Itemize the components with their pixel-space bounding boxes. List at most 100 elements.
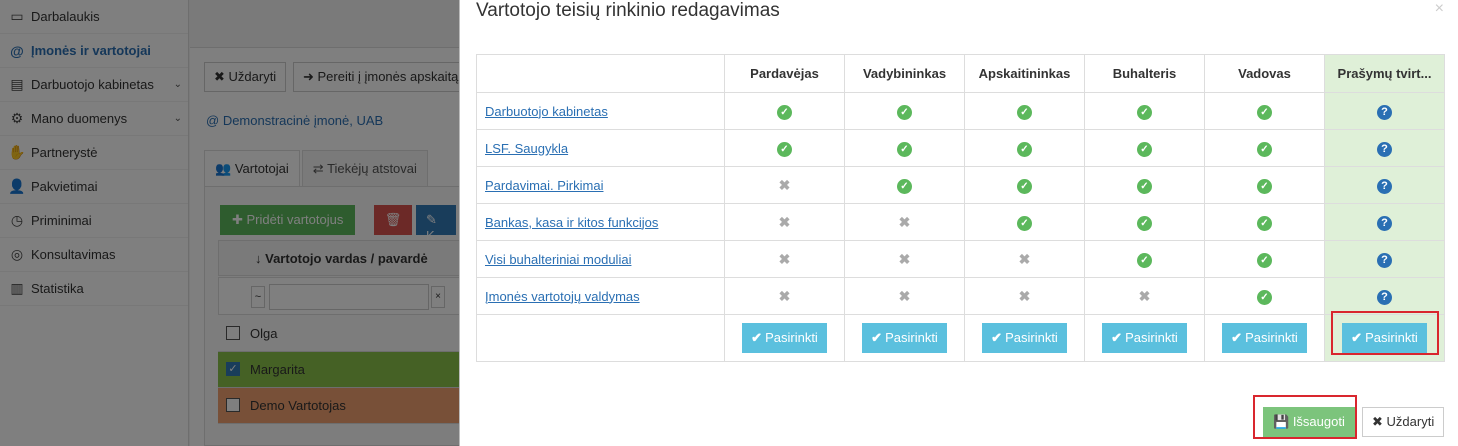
permission-cell[interactable]: ✓ [1084,129,1205,167]
permission-cell[interactable]: ✓ [1204,129,1325,167]
column-header: Vadovas [1204,54,1325,93]
check-circle-icon: ✓ [1137,178,1152,194]
module-link[interactable]: Darbuotojo kabinetas [485,104,608,119]
select-label: Pasirinkti [1005,330,1058,345]
permission-cell[interactable]: ✓ [1204,203,1325,241]
select-role-button[interactable]: ✔ Pasirinkti [742,323,827,353]
floppy-icon: 💾 [1273,414,1290,429]
permission-cell[interactable]: ✓ [1204,92,1325,130]
close-label: Uždaryti [1386,414,1435,429]
times-icon: ✖ [898,250,911,267]
permission-cell[interactable]: ✓ [964,92,1085,130]
modal-title: Vartotojo teisių rinkinio redagavimas [476,0,780,21]
module-link[interactable]: Visi buhalteriniai moduliai [485,252,631,267]
permission-cell[interactable]: ✓ [1204,240,1325,278]
permission-cell[interactable]: ✖ [844,203,965,241]
permission-cell[interactable]: ✓ [844,129,965,167]
select-role-button[interactable]: ✔ Pasirinkti [982,323,1067,353]
permission-cell[interactable]: ✓ [844,92,965,130]
times-icon: ✖ [778,176,791,193]
times-icon: ✖ [778,287,791,304]
save-button[interactable]: 💾 Išsaugoti [1263,407,1355,437]
table-row: Pardavimai. Pirkimai ✖ ✓ ✓ ✓ ✓? [476,166,1445,204]
permission-cell[interactable]: ✖ [724,277,845,315]
check-circle-icon: ✓ [1257,252,1272,268]
permission-cell[interactable]: ✓ [1084,92,1205,130]
check-circle-icon: ✓ [1017,215,1032,231]
permission-cell[interactable]: ? [1324,129,1445,167]
select-label: Pasirinkti [1245,330,1298,345]
permission-cell[interactable]: ✖ [724,203,845,241]
table-row: Bankas, kasa ir kitos funkcijos ✖ ✖ ✓ ✓ ✓? [476,203,1445,241]
select-role-button[interactable]: ✔ Pasirinkti [862,323,947,353]
check-circle-icon: ✓ [1257,215,1272,231]
times-icon: ✖ [1138,287,1151,304]
check-circle-icon: ✓ [1017,141,1032,157]
check-circle-icon: ✓ [1257,178,1272,194]
select-cell: ✔ Pasirinkti [1204,314,1325,362]
close-icon: ✖ [1372,414,1383,429]
save-label: Išsaugoti [1292,414,1345,429]
permission-cell[interactable]: ✓ [1204,277,1325,315]
select-role-button[interactable]: ✔ Pasirinkti [1222,323,1307,353]
times-icon: ✖ [778,213,791,230]
permission-cell[interactable]: ? [1324,166,1445,204]
permission-cell[interactable]: ✓ [964,166,1085,204]
select-role-button[interactable]: ✔ Pasirinkti [1102,323,1187,353]
check-circle-icon: ✓ [1137,252,1152,268]
permissions-modal: Vartotojo teisių rinkinio redagavimas × … [459,0,1458,446]
module-link[interactable]: Pardavimai. Pirkimai [485,178,603,193]
permission-cell[interactable]: ✓ [964,129,1085,167]
module-link[interactable]: Įmonės vartotojų valdymas [485,289,640,304]
permission-cell[interactable]: ✓ [964,203,1085,241]
permission-cell[interactable]: ? [1324,277,1445,315]
check-circle-icon: ✓ [897,104,912,120]
close-icon[interactable]: × [1435,0,1444,18]
check-circle-icon: ✓ [1257,289,1272,305]
permission-cell[interactable]: ✖ [964,240,1085,278]
permission-cell[interactable]: ✖ [724,166,845,204]
permission-cell[interactable]: ✓ [1084,166,1205,204]
permission-cell[interactable]: ✓ [1084,240,1205,278]
close-button[interactable]: ✖ Uždaryti [1362,407,1445,437]
table-row: Įmonės vartotojų valdymas ✖ ✖ ✖ ✖ ✓? [476,277,1445,315]
module-link[interactable]: Bankas, kasa ir kitos funkcijos [485,215,658,230]
select-label: Pasirinkti [1125,330,1178,345]
permission-cell[interactable]: ✖ [1084,277,1205,315]
module-cell: Visi buhalteriniai moduliai [476,240,725,278]
times-icon: ✖ [898,213,911,230]
permission-cell[interactable]: ✓ [844,166,965,204]
permission-cell[interactable]: ✓ [724,92,845,130]
check-circle-icon: ✓ [1017,178,1032,194]
permission-cell[interactable]: ✖ [844,240,965,278]
module-link[interactable]: LSF. Saugykla [485,141,568,156]
annotation-highlight-select [1331,311,1439,355]
check-icon: ✔ [991,330,1003,345]
permission-cell[interactable]: ✓ [1204,166,1325,204]
module-cell: LSF. Saugykla [476,129,725,167]
table-row: Visi buhalteriniai moduliai ✖ ✖ ✖ ✓ ✓? [476,240,1445,278]
table-row: LSF. Saugykla ✓ ✓ ✓ ✓ ✓? [476,129,1445,167]
permission-cell[interactable]: ? [1324,203,1445,241]
question-circle-icon: ? [1377,252,1392,268]
check-circle-icon: ✓ [1257,141,1272,157]
module-cell: Darbuotojo kabinetas [476,92,725,130]
column-header: Pardavėjas [724,54,845,93]
permission-cell[interactable]: ? [1324,92,1445,130]
permission-cell[interactable]: ✖ [964,277,1085,315]
permission-cell[interactable]: ? [1324,240,1445,278]
permission-cell[interactable]: ✓ [724,129,845,167]
permission-cell[interactable]: ✓ [1084,203,1205,241]
permission-cell[interactable]: ✖ [844,277,965,315]
select-cell: ✔ Pasirinkti [964,314,1085,362]
column-header: Apskaitininkas [964,54,1085,93]
check-icon: ✔ [871,330,883,345]
select-label: Pasirinkti [765,330,818,345]
permission-cell[interactable]: ✖ [724,240,845,278]
check-circle-icon: ✓ [1137,104,1152,120]
select-label: Pasirinkti [885,330,938,345]
select-cell: ✔ Pasirinkti [724,314,845,362]
check-circle-icon: ✓ [897,141,912,157]
check-circle-icon: ✓ [1137,141,1152,157]
column-header: Buhalteris [1084,54,1205,93]
